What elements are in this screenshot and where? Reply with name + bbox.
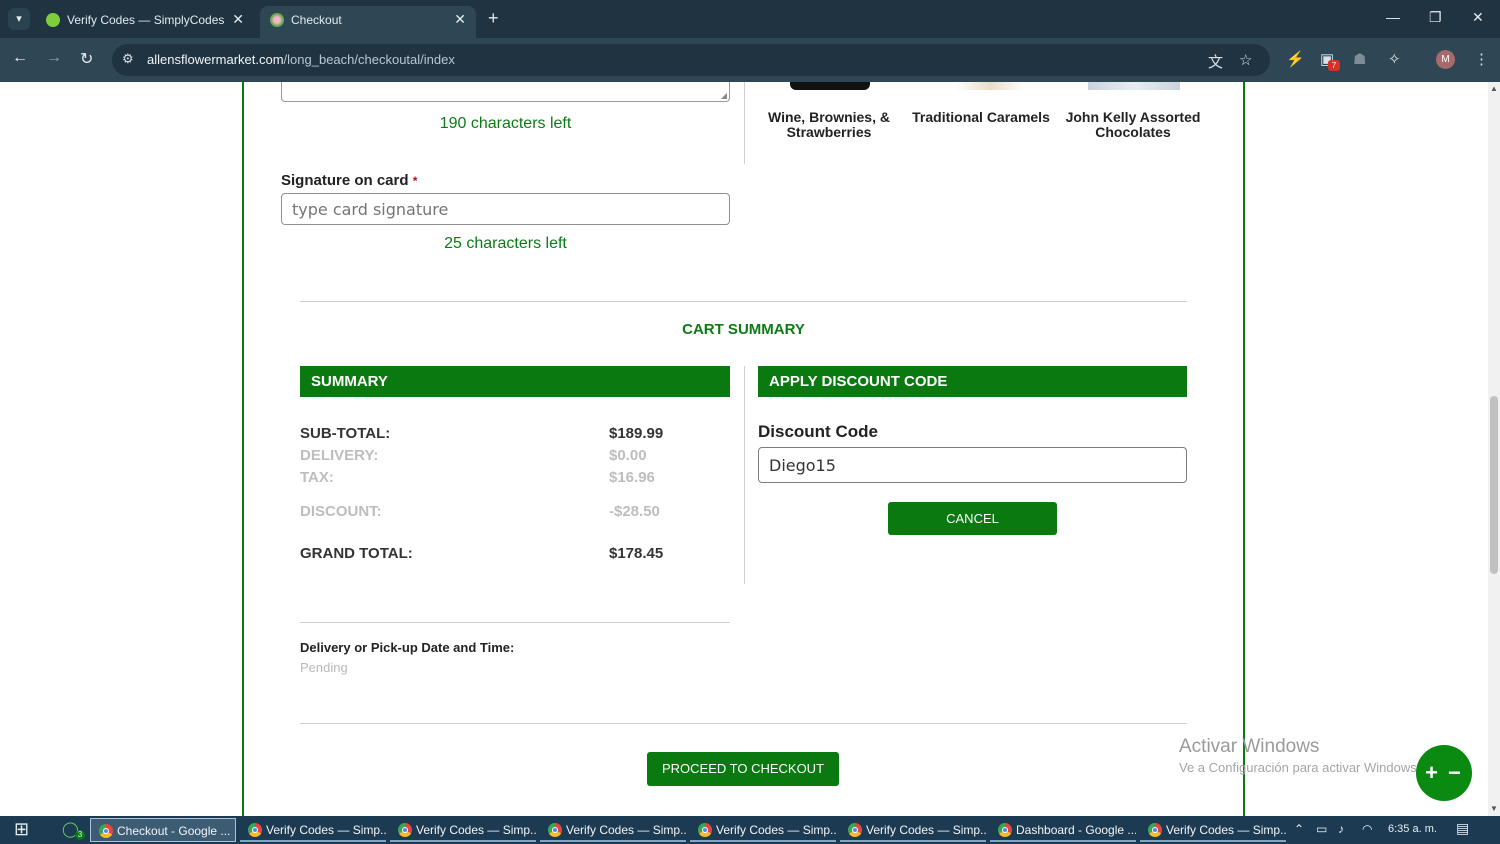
delivery-datetime-value: Pending: [300, 660, 348, 675]
chrome-icon: [848, 823, 862, 837]
page-scrollbar[interactable]: ▲ ▼: [1488, 82, 1500, 816]
back-arrow-icon[interactable]: ←: [12, 49, 28, 67]
signature-input[interactable]: [281, 193, 730, 225]
cancel-discount-button[interactable]: CANCEL: [888, 502, 1057, 535]
column-divider: [744, 366, 745, 584]
lightning-extension-icon[interactable]: ⚡: [1286, 50, 1305, 68]
scroll-down-icon[interactable]: ▼: [1490, 804, 1498, 813]
forward-arrow-icon[interactable]: →: [46, 49, 62, 67]
discount-header: APPLY DISCOUNT CODE: [758, 366, 1187, 397]
tab-title: Checkout: [291, 13, 342, 27]
battery-icon[interactable]: ▭: [1316, 822, 1327, 836]
checkout-page: ◢ 190 characters left Wine, Brownies, & …: [0, 82, 1488, 816]
tab-close-icon[interactable]: ✕: [232, 11, 244, 28]
proceed-to-checkout-button[interactable]: PROCEED TO CHECKOUT: [647, 752, 839, 786]
taskbar-item[interactable]: Verify Codes — Simp...: [690, 818, 836, 842]
taskbar-item[interactable]: Verify Codes — Simp...: [390, 818, 536, 842]
scrollbar-thumb[interactable]: [1490, 396, 1498, 574]
tab-search-chevron-icon[interactable]: ▾: [8, 8, 30, 30]
extension-badge: 7: [1328, 60, 1340, 71]
tab-title: Verify Codes — SimplyCodes: [67, 13, 225, 27]
menu-dots-icon[interactable]: ⋮: [1474, 50, 1489, 68]
chrome-icon: [398, 823, 412, 837]
browser-toolbar: ← → ↻ ⚙ allensflowermarket.com/long_beac…: [0, 38, 1500, 82]
zoom-plus-minus-button[interactable]: + −: [1416, 745, 1472, 801]
tab-checkout[interactable]: Checkout ✕: [260, 6, 476, 38]
product-name[interactable]: John Kelly Assorted Chocolates: [1063, 110, 1203, 140]
taskbar-item[interactable]: Verify Codes — Simp...: [540, 818, 686, 842]
restore-icon[interactable]: ❐: [1429, 9, 1442, 26]
scroll-up-icon[interactable]: ▲: [1490, 84, 1498, 93]
start-grid-icon[interactable]: ⊞: [14, 819, 29, 840]
signature-label: Signature on card *: [281, 172, 418, 189]
tab-close-icon[interactable]: ✕: [454, 11, 466, 28]
taskbar-item[interactable]: Verify Codes — Simp...: [240, 818, 386, 842]
extensions-puzzle-icon[interactable]: ✧: [1388, 50, 1401, 68]
windows-activation-watermark: Activar Windows: [1179, 736, 1320, 757]
tab-verify-codes[interactable]: Verify Codes — SimplyCodes ✕: [36, 6, 254, 38]
wifi-icon[interactable]: ◠: [1362, 822, 1372, 836]
taskbar-item-dashboard[interactable]: Dashboard - Google ...: [990, 818, 1136, 842]
url-text: allensflowermarket.com/long_beach/checko…: [147, 52, 455, 67]
tray-chevron-up-icon[interactable]: ⌃: [1294, 822, 1304, 836]
taskbar-item-checkout[interactable]: Checkout - Google ...: [90, 818, 236, 842]
translate-icon[interactable]: 文: [1208, 51, 1223, 72]
chrome-icon: [698, 823, 712, 837]
chrome-icon: [548, 823, 562, 837]
address-bar[interactable]: ⚙ allensflowermarket.com/long_beach/chec…: [112, 44, 1270, 76]
section-divider: [300, 622, 730, 623]
signature-chars-left: 25 characters left: [444, 235, 567, 252]
profile-avatar[interactable]: M: [1436, 50, 1455, 69]
column-divider: [744, 82, 745, 164]
product-image[interactable]: [1088, 82, 1180, 90]
chrome-icon: [998, 823, 1012, 837]
site-info-icon[interactable]: ⚙: [122, 51, 134, 67]
discount-code-label: Discount Code: [758, 422, 878, 441]
minimize-icon[interactable]: —: [1386, 9, 1400, 25]
summary-header: SUMMARY: [300, 366, 730, 397]
taskbar-item[interactable]: Verify Codes — Simp...: [1140, 818, 1286, 842]
chrome-icon: [248, 823, 262, 837]
section-divider: [300, 301, 1187, 302]
message-chars-left: 190 characters left: [439, 115, 572, 132]
clock[interactable]: 6:35 a. m.: [1388, 823, 1437, 835]
bookmark-star-icon[interactable]: ☆: [1239, 51, 1252, 69]
window-close-icon[interactable]: ✕: [1472, 9, 1484, 26]
resize-grip-icon[interactable]: ◢: [721, 91, 727, 100]
product-image[interactable]: [955, 82, 1025, 90]
chrome-icon: [99, 824, 113, 838]
chrome-icon: [1148, 823, 1162, 837]
whatsapp-badge: 3: [75, 830, 85, 840]
delivery-datetime-label: Delivery or Pick-up Date and Time:: [300, 640, 515, 655]
section-divider: [300, 723, 1187, 724]
bot-extension-icon[interactable]: ☗: [1353, 50, 1366, 68]
new-tab-plus-icon[interactable]: +: [488, 8, 499, 29]
simplycodes-favicon-icon: [46, 13, 60, 27]
product-name[interactable]: Traditional Caramels: [911, 110, 1051, 125]
card-message-textarea[interactable]: ◢: [281, 82, 730, 102]
volume-icon[interactable]: ♪: [1338, 822, 1344, 836]
windows-activation-hint: Ve a Configuración para activar Windows.: [1179, 760, 1421, 775]
cart-summary-title: CART SUMMARY: [682, 321, 805, 338]
flower-favicon-icon: [270, 13, 284, 27]
product-name[interactable]: Wine, Brownies, & Strawberries: [759, 110, 899, 140]
product-image[interactable]: [790, 82, 870, 90]
windows-taskbar: ⊞ ◯ 3 Checkout - Google ... Verify Codes…: [0, 816, 1500, 844]
reload-icon[interactable]: ↻: [80, 49, 93, 69]
taskbar-item[interactable]: Verify Codes — Simp...: [840, 818, 986, 842]
notifications-icon[interactable]: ▤: [1456, 820, 1469, 837]
discount-code-input[interactable]: [758, 447, 1187, 483]
browser-tab-bar: ▾ Verify Codes — SimplyCodes ✕ Checkout …: [0, 0, 1500, 38]
